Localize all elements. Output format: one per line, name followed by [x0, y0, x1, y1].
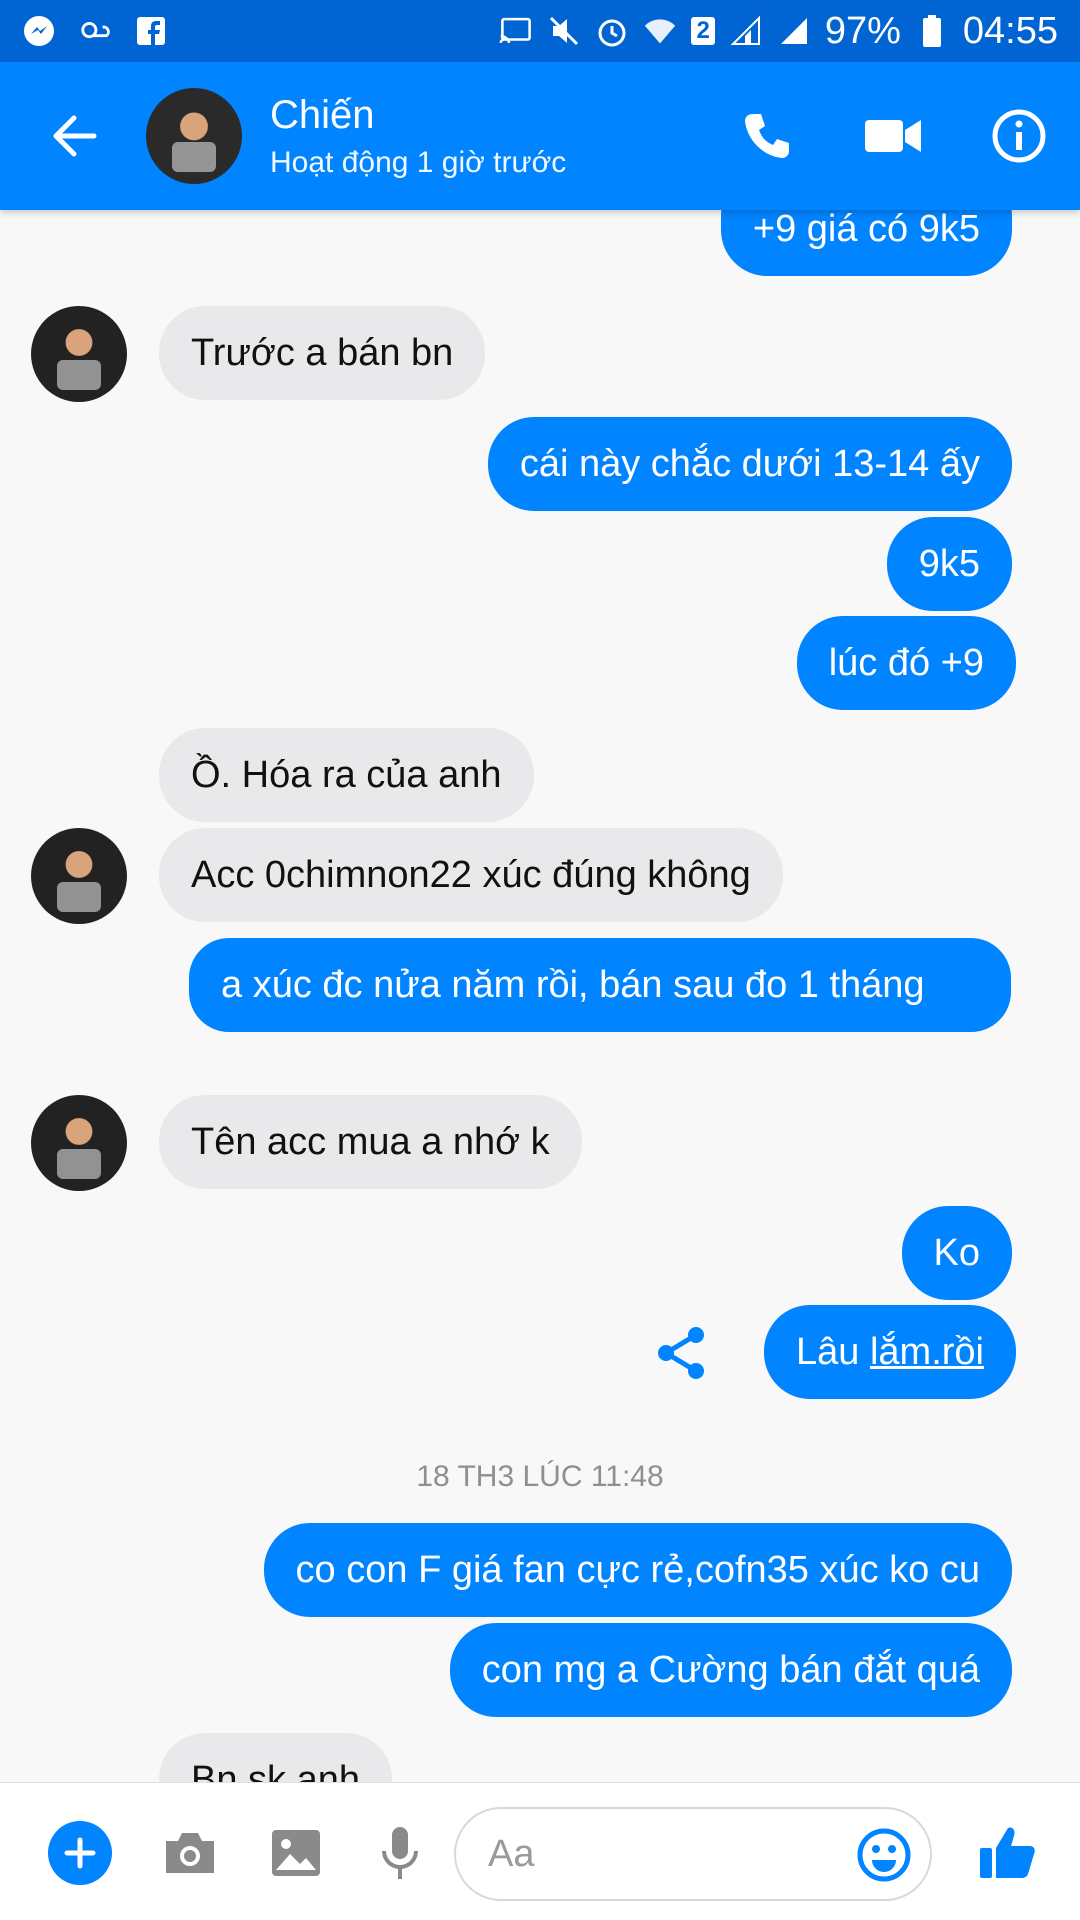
camera-button[interactable]: [160, 1823, 220, 1883]
messenger-notification-icon: [22, 14, 56, 48]
status-bar: 2 97% 04:55: [0, 0, 1080, 62]
message-bubble-incoming[interactable]: Acc 0chimnon22 xúc đúng không: [159, 828, 783, 922]
emoji-button[interactable]: [852, 1823, 916, 1887]
conversation-header: Chiến Hoạt động 1 giờ trước: [0, 62, 1080, 210]
mute-icon: [547, 14, 581, 48]
battery-percent: 97%: [824, 9, 901, 52]
wifi-icon: [643, 14, 677, 48]
alarm-icon: [595, 14, 629, 48]
message-bubble-incoming[interactable]: Bn sk anh: [159, 1733, 392, 1782]
message-bubble-outgoing[interactable]: Ko: [901, 1206, 1012, 1300]
back-button[interactable]: [24, 86, 124, 186]
message-bubble-outgoing[interactable]: Lâu lắm.rồi: [764, 1305, 1016, 1399]
thumbs-up-icon: [980, 1827, 1035, 1878]
message-bubble-outgoing[interactable]: 9k5: [886, 517, 1012, 611]
weather-icon: [78, 14, 112, 48]
message-bubble-incoming[interactable]: Ồ. Hóa ra của anh: [159, 728, 534, 822]
back-arrow-icon: [53, 115, 97, 157]
message-bubble-outgoing[interactable]: cái này chắc dưới 13-14 ấy: [487, 417, 1012, 511]
sender-avatar[interactable]: [31, 828, 127, 924]
timestamp-divider: 18 TH3 LÚC 11:48: [416, 1460, 664, 1493]
gallery-button[interactable]: [266, 1823, 326, 1883]
message-bubble-outgoing[interactable]: a xúc đc nửa năm rồi, bán sau đo 1 tháng: [189, 938, 1011, 1032]
contact-avatar[interactable]: [146, 88, 242, 184]
message-bubble-incoming[interactable]: Trước a bán bn: [159, 306, 486, 400]
image-icon: [272, 1830, 320, 1876]
video-call-button[interactable]: [858, 101, 928, 171]
sim-badge: 2: [691, 17, 715, 45]
clock: 04:55: [962, 9, 1058, 52]
video-camera-icon: [865, 120, 921, 152]
phone-icon: [745, 114, 789, 158]
message-list[interactable]: +9 giá có 9k5 Trước a bán bn cái này chắ…: [0, 210, 1080, 1782]
message-input[interactable]: [488, 1832, 818, 1876]
contact-name: Chiến: [270, 92, 375, 137]
microphone-icon: [382, 1827, 418, 1879]
signal-icon-1: [729, 14, 763, 48]
cast-icon: [499, 14, 533, 48]
contact-info[interactable]: Chiến Hoạt động 1 giờ trước: [270, 93, 566, 180]
message-bubble-outgoing[interactable]: +9 giá có 9k5: [720, 210, 1012, 276]
message-bubble-outgoing[interactable]: co con F giá fan cực rẻ,cofn35 xúc ko cu: [263, 1523, 1012, 1617]
camera-icon: [166, 1833, 214, 1873]
message-input-container[interactable]: [454, 1807, 932, 1901]
sender-avatar[interactable]: [31, 1095, 127, 1191]
emoji-icon: [857, 1828, 911, 1882]
battery-icon: [915, 14, 949, 48]
voice-call-button[interactable]: [732, 101, 802, 171]
signal-icon-2: [777, 14, 811, 48]
facebook-notification-icon: [134, 14, 168, 48]
voice-clip-button[interactable]: [370, 1821, 430, 1885]
more-actions-button[interactable]: [48, 1821, 112, 1885]
info-icon: [992, 109, 1046, 163]
composer-bar: [0, 1782, 1080, 1920]
contact-status: Hoạt động 1 giờ trước: [270, 145, 567, 179]
share-icon[interactable]: [652, 1323, 712, 1383]
message-bubble-outgoing[interactable]: lúc đó +9: [796, 616, 1016, 710]
plus-icon: [64, 1837, 96, 1869]
info-button[interactable]: [984, 101, 1054, 171]
message-bubble-outgoing[interactable]: con mg a Cường bán đắt quá: [449, 1623, 1012, 1717]
like-button[interactable]: [974, 1817, 1042, 1887]
message-bubble-incoming[interactable]: Tên acc mua a nhớ k: [159, 1095, 582, 1189]
sender-avatar[interactable]: [31, 306, 127, 402]
message-link[interactable]: lắm.rồi: [870, 1331, 984, 1373]
message-text: Lâu: [796, 1331, 870, 1373]
